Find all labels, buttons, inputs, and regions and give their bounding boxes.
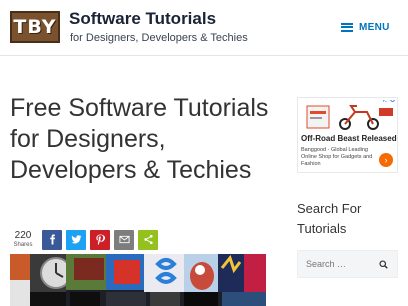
- logo-text: TBY: [13, 16, 57, 38]
- ad-body: Banggood - Global Leading Online Shop fo…: [301, 147, 373, 167]
- twitter-share-button[interactable]: [66, 229, 86, 250]
- featured-tutorials-image[interactable]: [10, 254, 266, 306]
- pinterest-icon: [95, 234, 105, 245]
- ad-cta-button[interactable]: ›: [379, 153, 393, 167]
- search-input[interactable]: [298, 251, 374, 277]
- more-share-button[interactable]: [138, 229, 158, 250]
- share-count-label: Shares: [13, 241, 33, 248]
- pinterest-share-button[interactable]: [90, 229, 110, 250]
- ad-headline[interactable]: Off-Road Beast Released: [301, 134, 397, 143]
- email-icon: [118, 235, 130, 244]
- tutorial-thumbnails-collage: [10, 254, 266, 306]
- sidebar-ad[interactable]: ▷✕ Off-Road Beast Released Banggood - Gl…: [297, 97, 398, 173]
- facebook-icon: [49, 234, 55, 245]
- facebook-share-button[interactable]: [42, 229, 62, 250]
- page-title: Free Software Tutorials for Designers, D…: [10, 94, 269, 184]
- share-count-number: 220: [14, 229, 32, 241]
- email-share-button[interactable]: [114, 229, 134, 250]
- search-widget-title: Search For Tutorials: [297, 201, 362, 236]
- share-icon: [143, 234, 153, 245]
- search-icon[interactable]: [376, 257, 390, 271]
- arrow-right-icon: ›: [384, 155, 388, 165]
- menu-button[interactable]: MENU: [341, 19, 390, 35]
- ad-product-image: [301, 102, 395, 132]
- site-logo[interactable]: TBY: [10, 11, 60, 43]
- menu-label: MENU: [359, 21, 390, 33]
- hamburger-icon: [341, 22, 353, 32]
- site-tagline: for Designers, Developers & Techies: [70, 32, 248, 44]
- site-header: TBY Software Tutorials for Designers, De…: [0, 0, 408, 56]
- search-form: [297, 250, 398, 278]
- share-count: 220 Shares: [10, 230, 36, 250]
- twitter-icon: [70, 235, 82, 244]
- site-title[interactable]: Software Tutorials: [69, 9, 216, 29]
- share-bar: 220 Shares: [10, 229, 158, 250]
